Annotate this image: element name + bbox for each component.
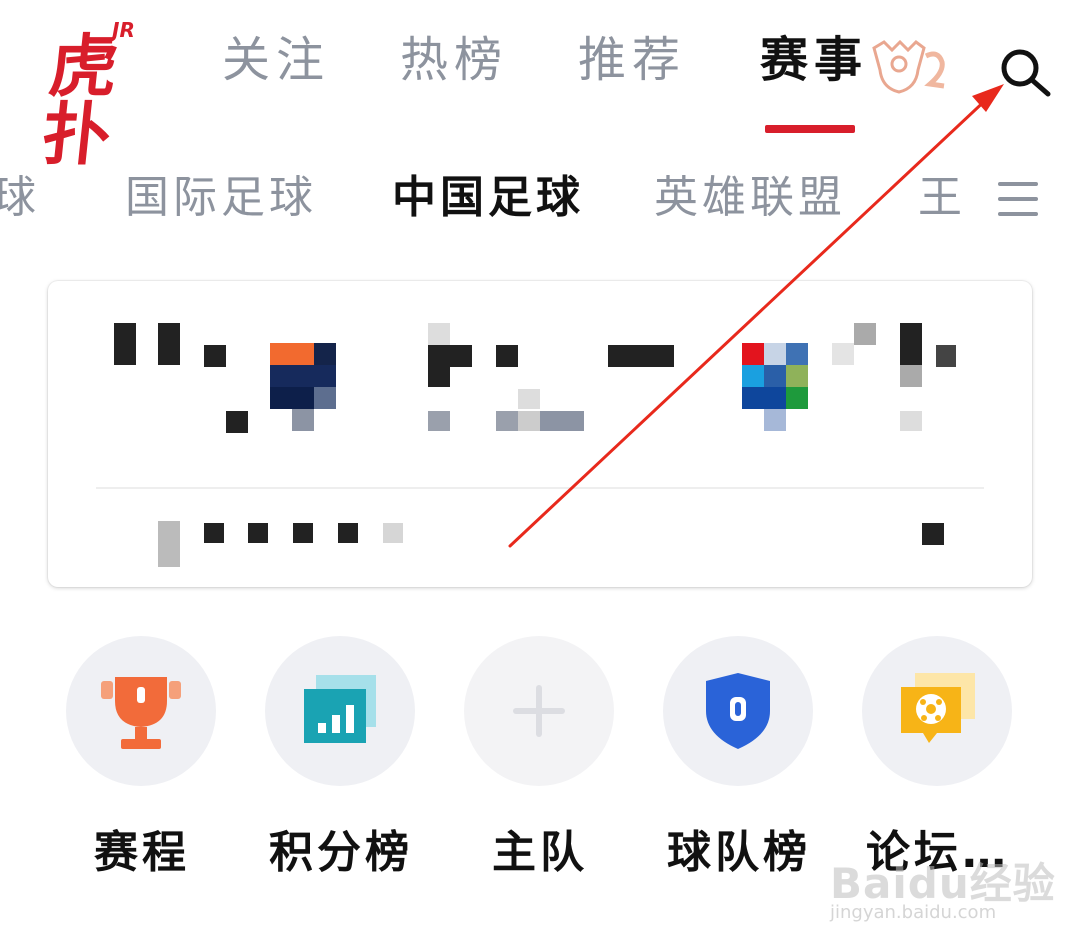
subtab-lol[interactable]: 英雄联盟 bbox=[654, 176, 846, 220]
event-badge-icon bbox=[872, 40, 945, 94]
bar-chart-icon bbox=[304, 675, 376, 743]
match-card[interactable] bbox=[48, 281, 1032, 587]
tab-events[interactable]: 赛事 bbox=[760, 36, 868, 84]
shortcut-standings[interactable]: 积分榜 bbox=[241, 630, 441, 880]
plus-icon bbox=[513, 685, 565, 737]
card-divider bbox=[96, 487, 984, 489]
obscured-text bbox=[204, 345, 226, 367]
obscured-team-logo bbox=[270, 343, 314, 365]
obscured-text bbox=[832, 343, 854, 365]
watermark-url: jingyan.baidu.com bbox=[830, 902, 997, 923]
subtab-honor-of-kings[interactable]: 王 bbox=[918, 176, 966, 220]
menu-icon[interactable] bbox=[998, 182, 1040, 218]
obscured-text bbox=[158, 521, 180, 567]
tab-recommend[interactable]: 推荐 bbox=[578, 36, 686, 84]
logo-badge: JR bbox=[112, 18, 135, 42]
shortcut-label: 积分榜 bbox=[269, 827, 413, 878]
soccer-chat-icon bbox=[901, 673, 975, 743]
shortcut-schedule[interactable]: 赛程 bbox=[42, 630, 242, 880]
category-nav: 球 国际足球 中国足球 英雄联盟 王 bbox=[0, 160, 1080, 250]
shortcut-label: 球队榜 bbox=[667, 827, 811, 878]
subtab-intl-football[interactable]: 国际足球 bbox=[125, 176, 317, 220]
search-icon[interactable] bbox=[996, 44, 1054, 102]
trophy-icon bbox=[101, 677, 181, 749]
shield-icon bbox=[706, 673, 770, 749]
shortcut-forum[interactable]: 论坛… bbox=[838, 630, 1038, 880]
app-logo[interactable]: 虎扑 JR bbox=[38, 18, 158, 175]
subtab-football[interactable]: 球 bbox=[0, 176, 40, 220]
baidu-watermark: Baidu经验 jingyan.baidu.com bbox=[826, 850, 1066, 930]
shortcut-home-team[interactable]: 主队 bbox=[440, 630, 640, 880]
obscured-text bbox=[158, 323, 180, 365]
subtab-china-football[interactable]: 中国足球 bbox=[392, 176, 584, 220]
shortcut-label: 赛程 bbox=[94, 827, 190, 878]
active-tab-indicator bbox=[765, 125, 855, 133]
obscured-text bbox=[428, 323, 450, 345]
tab-hot[interactable]: 热榜 bbox=[400, 36, 508, 84]
shortcut-label: 主队 bbox=[492, 827, 588, 878]
logo-text: 虎扑 bbox=[38, 28, 114, 175]
shortcut-team-ranking[interactable]: 球队榜 bbox=[639, 630, 839, 880]
obscured-text bbox=[226, 411, 248, 433]
obscured-text bbox=[114, 323, 136, 365]
top-bar: 虎扑 JR 关注 热榜 推荐 赛事 bbox=[0, 0, 1080, 175]
tab-follow[interactable]: 关注 bbox=[222, 36, 330, 84]
obscured-team-logo bbox=[742, 343, 764, 365]
